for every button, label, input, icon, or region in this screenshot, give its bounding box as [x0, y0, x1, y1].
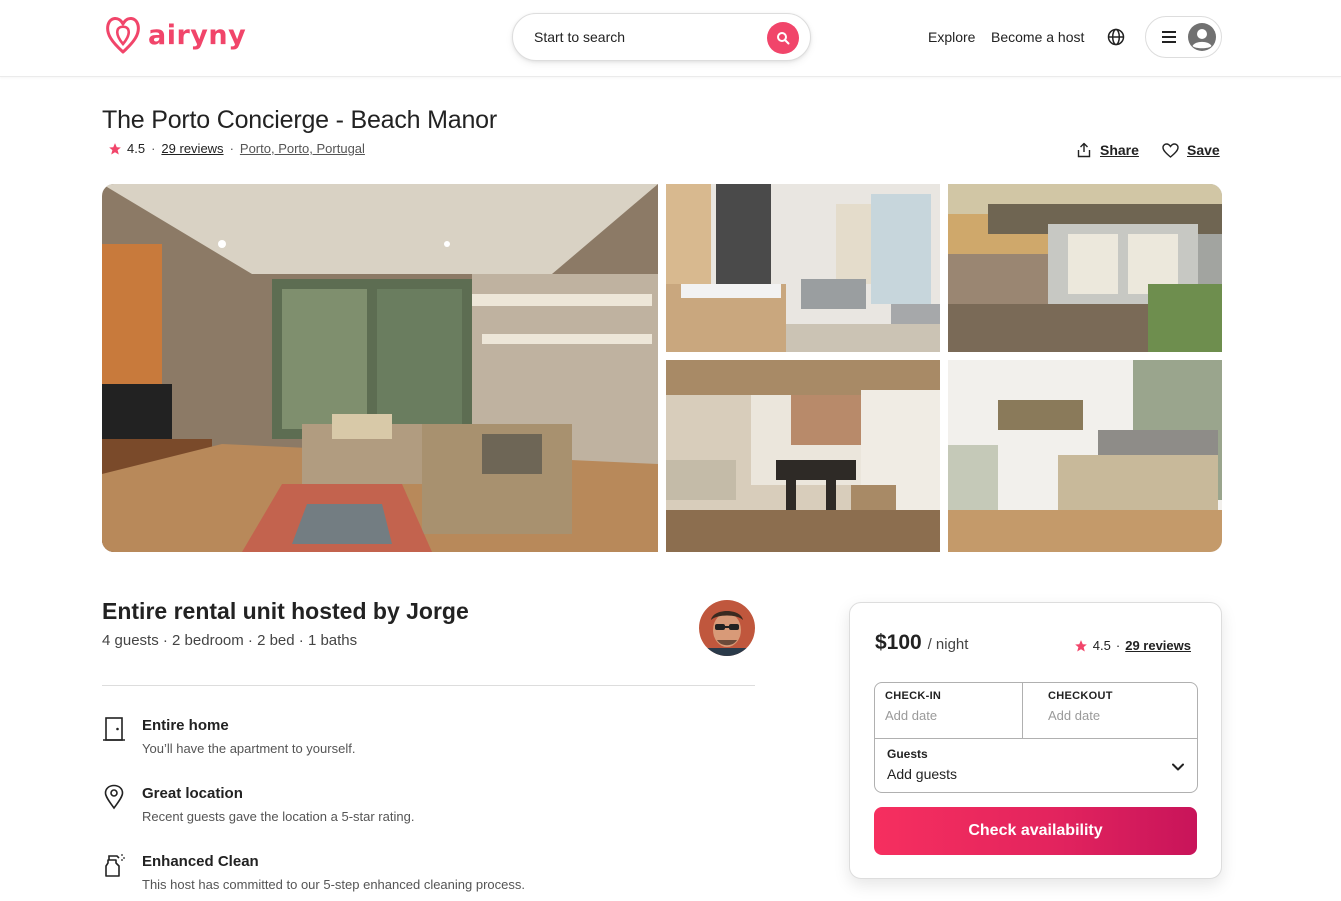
booking-inputs: CHECK-IN Add date CHECKOUT Add date Gues…	[874, 682, 1198, 793]
checkin-label: CHECK-IN	[885, 690, 942, 702]
card-reviews-link[interactable]: 29 reviews	[1125, 638, 1191, 653]
search-input[interactable]: Start to search	[534, 29, 625, 45]
brand-logo[interactable]: airyny	[104, 14, 246, 56]
checkout-value: Add date	[1048, 708, 1101, 723]
nav-become-host-link[interactable]: Become a host	[991, 29, 1084, 45]
menu-icon	[1162, 31, 1176, 43]
photo-bedroom[interactable]	[948, 360, 1222, 552]
checkout-label: CHECKOUT	[1048, 690, 1113, 702]
spray-bottle-icon	[105, 854, 125, 877]
feature-description: You’ll have the apartment to yourself.	[142, 741, 356, 756]
checkin-field[interactable]: CHECK-IN Add date	[875, 683, 1023, 738]
photo-dining-room[interactable]	[666, 360, 940, 552]
listing-title: The Porto Concierge - Beach Manor	[102, 106, 497, 134]
feature-title: Entire home	[142, 717, 229, 734]
heart-icon	[1162, 142, 1179, 158]
separator-dot: ·	[1115, 638, 1121, 653]
guests-value: Add guests	[887, 766, 958, 782]
share-icon	[1077, 142, 1091, 158]
guests-label: Guests	[887, 747, 928, 761]
airyny-logo-icon	[106, 17, 140, 54]
checkout-field[interactable]: CHECKOUT Add date	[1023, 683, 1197, 738]
host-title: Entire rental unit hosted by Jorge	[102, 598, 469, 624]
card-rating: 4.5 · 29 reviews	[1074, 638, 1191, 653]
search-button[interactable]	[767, 22, 799, 54]
chevron-down-icon	[1172, 763, 1184, 771]
checkin-value: Add date	[885, 708, 938, 723]
user-avatar-icon	[1188, 23, 1216, 51]
map-pin-icon	[104, 784, 124, 810]
globe-icon[interactable]	[1106, 27, 1126, 47]
photo-river-houseboat[interactable]	[948, 184, 1222, 352]
search-icon	[777, 32, 790, 45]
photo-kitchen-lounge[interactable]	[666, 184, 940, 352]
separator-dot: ·	[151, 141, 156, 156]
search-bar[interactable]: Start to search	[512, 13, 811, 61]
price-per-night: $100 / night	[875, 631, 968, 655]
door-icon	[103, 717, 125, 741]
section-divider	[102, 685, 755, 686]
nav-explore-link[interactable]: Explore	[928, 29, 975, 45]
price-value: $100	[875, 631, 922, 654]
booking-card: $100 / night 4.5 · 29 reviews CHECK-IN A…	[849, 602, 1222, 879]
brand-name: airyny	[148, 19, 247, 51]
listing-location-link[interactable]: Porto, Porto, Portugal	[240, 141, 365, 156]
user-menu-button[interactable]	[1145, 16, 1222, 58]
top-header: airyny Start to search Explore Become a …	[0, 0, 1341, 77]
host-details: 4 guests · 2 bedroom · 2 bed · 1 baths	[102, 632, 358, 649]
card-rating-value: 4.5	[1092, 638, 1111, 653]
check-availability-button[interactable]: Check availability	[874, 807, 1197, 855]
photo-living-room-main[interactable]	[102, 184, 658, 552]
share-button[interactable]: Share	[1076, 142, 1139, 158]
price-unit: / night	[927, 636, 969, 653]
share-label: Share	[1100, 142, 1139, 158]
feature-title: Enhanced Clean	[142, 853, 259, 870]
star-icon	[1074, 639, 1087, 652]
host-avatar[interactable]	[699, 600, 755, 656]
save-label: Save	[1187, 142, 1220, 158]
listing-reviews-link[interactable]: 29 reviews	[161, 141, 223, 156]
listing-rating: 4.5	[127, 141, 146, 156]
guests-select[interactable]: Guests Add guests	[875, 738, 1197, 792]
separator-dot: ·	[229, 141, 234, 156]
feature-title: Great location	[142, 785, 243, 802]
star-icon	[109, 142, 121, 155]
save-button[interactable]: Save	[1162, 142, 1220, 158]
feature-description: Recent guests gave the location a 5-star…	[142, 809, 415, 824]
feature-description: This host has committed to our 5-step en…	[142, 877, 525, 892]
listing-meta: 4.5 · 29 reviews · Porto, Porto, Portuga…	[108, 141, 365, 156]
